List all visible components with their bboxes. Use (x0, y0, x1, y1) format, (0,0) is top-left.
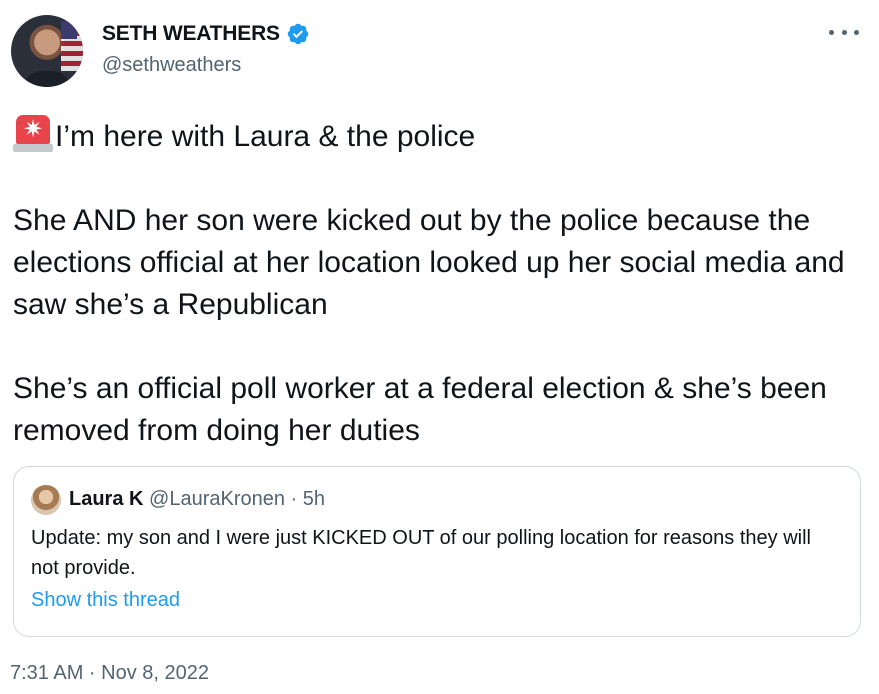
quoted-tweet-time[interactable]: 5h (303, 488, 325, 510)
dot (854, 29, 859, 35)
author-avatar[interactable] (11, 15, 83, 87)
police-siren-icon: ✷ (13, 114, 53, 152)
dot (841, 29, 847, 35)
dot (829, 29, 834, 35)
verified-badge-icon (287, 23, 309, 45)
quoted-tweet[interactable]: Laura K @LauraKronen · 5h Update: my son… (13, 466, 861, 637)
quoted-author-avatar[interactable] (31, 485, 61, 515)
avatar-flag-canton (61, 21, 77, 39)
tweet-card: SETH WEATHERS @sethweathers ✷ I’m here wi… (0, 0, 879, 694)
author-name-row: SETH WEATHERS (102, 22, 310, 46)
quoted-tweet-header: Laura K @LauraKronen · 5h (69, 488, 325, 511)
tweet-paragraph-1-text: I’m here with Laura & the police (55, 120, 476, 153)
author-display-name[interactable]: SETH WEATHERS (102, 22, 280, 46)
show-thread-link[interactable]: Show this thread (31, 589, 180, 612)
tweet-paragraph-3: She’s an official poll worker at a feder… (13, 372, 827, 447)
tweet-text: ✷ I’m here with Laura & the police She AN… (13, 114, 863, 452)
more-options-icon[interactable] (829, 22, 859, 42)
quoted-author-handle[interactable]: @LauraKronen (149, 488, 285, 510)
avatar-shirt (21, 71, 73, 87)
quoted-tweet-text: Update: my son and I were just KICKED OU… (31, 527, 811, 579)
quoted-author-name[interactable]: Laura K (69, 488, 143, 510)
tweet-timestamp[interactable]: 7:31 AM · Nov 8, 2022 (10, 662, 209, 685)
quoted-separator: · (284, 488, 303, 510)
tweet-paragraph-1: ✷ I’m here with Laura & the police (13, 114, 863, 158)
author-handle[interactable]: @sethweathers (102, 54, 241, 77)
tweet-paragraph-2: She AND her son were kicked out by the p… (13, 204, 845, 321)
